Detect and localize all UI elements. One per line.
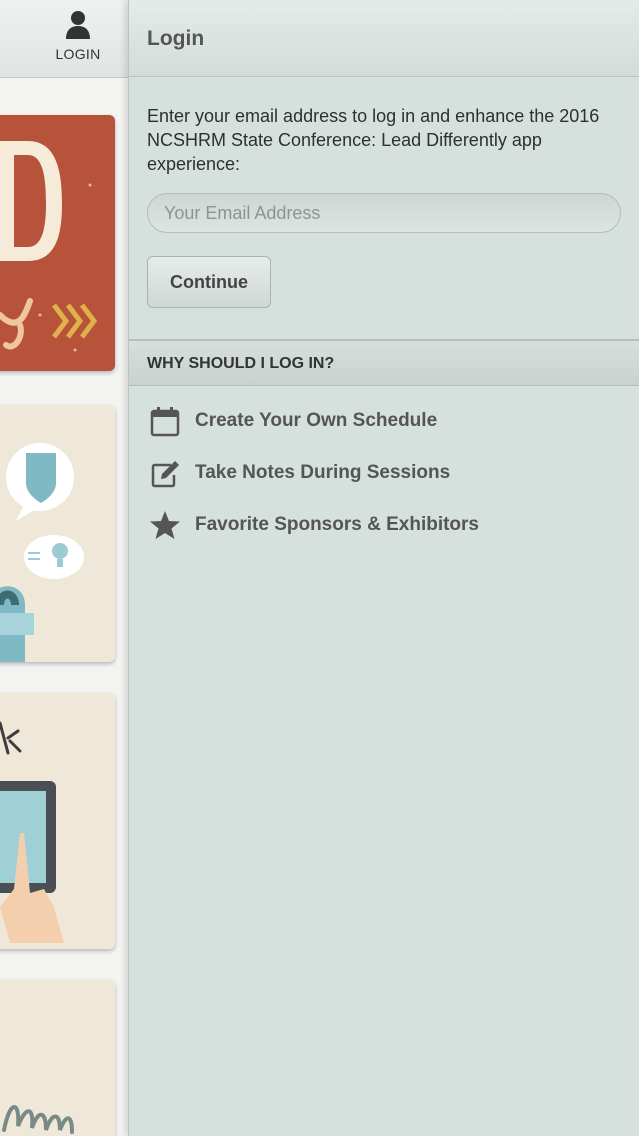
tablet-hand-artwork: t: [0, 693, 115, 949]
user-icon: [66, 11, 90, 39]
promo-tile-lead-differently[interactable]: [0, 115, 115, 371]
why-login-heading: WHY SHOULD I LOG IN?: [147, 355, 335, 372]
star-icon: [150, 511, 180, 539]
login-header: Login: [129, 0, 639, 77]
benefit-item-schedule: Create Your Own Schedule: [149, 405, 437, 437]
page-title: Login: [147, 27, 205, 50]
promo-tile-tablet[interactable]: t: [0, 693, 115, 949]
benefit-item-notes: Take Notes During Sessions: [149, 457, 450, 489]
benefit-label: Take Notes During Sessions: [195, 462, 451, 483]
edit-note-icon: [151, 461, 179, 488]
benefit-label: Favorite Sponsors & Exhibitors: [195, 514, 479, 535]
login-intro-text: Enter your email address to log in and e…: [147, 106, 600, 174]
background-menu-panel: LOGIN: [0, 0, 128, 1136]
menu-header: LOGIN: [0, 0, 128, 78]
promo-tile-script[interactable]: [0, 980, 115, 1136]
benefit-item-favorites: Favorite Sponsors & Exhibitors: [149, 509, 479, 541]
login-panel: Login Enter your email address to log in…: [128, 0, 639, 1136]
promo-tile-ideas[interactable]: [0, 405, 115, 662]
script-lettering-artwork: [0, 980, 115, 1136]
login-tab-label: LOGIN: [55, 46, 101, 62]
why-login-section-header: WHY SHOULD I LOG IN?: [129, 339, 639, 386]
calendar-icon: [150, 407, 180, 437]
lead-differently-artwork: [0, 115, 115, 371]
email-field[interactable]: [147, 193, 621, 233]
ideas-artwork: [0, 405, 115, 662]
continue-button[interactable]: Continue: [147, 256, 271, 308]
benefit-label: Create Your Own Schedule: [195, 410, 438, 431]
login-tab[interactable]: LOGIN: [40, 8, 116, 70]
